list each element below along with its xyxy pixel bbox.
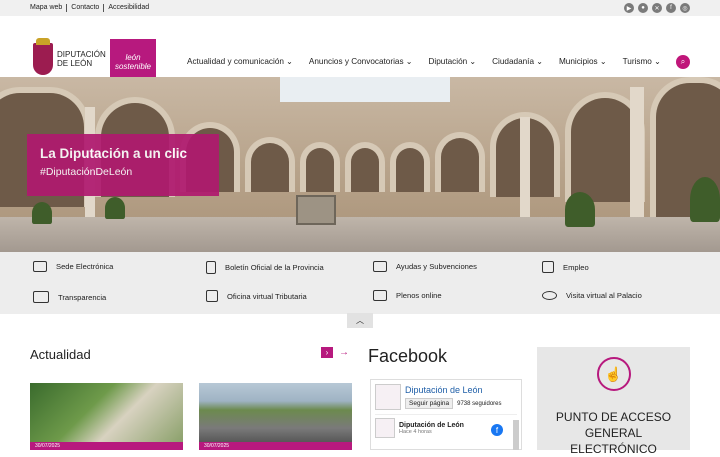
hero-plant — [105, 197, 125, 219]
logo2-text-1: león — [125, 53, 141, 62]
facebook-page-name[interactable]: Diputación de León — [405, 385, 502, 395]
nav-anuncios[interactable]: Anuncios y Convocatorias — [309, 57, 413, 66]
logo2-text-2: sostenible — [114, 62, 152, 71]
youtube-icon[interactable]: ▶ — [624, 3, 634, 13]
facebook-title: Facebook — [368, 346, 448, 366]
facebook-icon: f — [491, 424, 503, 436]
diputacion-logo[interactable]: DIPUTACIÓN DE LEÓN — [33, 38, 106, 75]
search-icon[interactable]: ⌕ — [676, 55, 690, 69]
facebook-icon[interactable]: f — [666, 3, 676, 13]
hero-arch — [435, 132, 485, 192]
hero-arch — [245, 137, 295, 192]
facebook-page-logo — [375, 384, 401, 410]
hero-floor — [0, 217, 720, 252]
facebook-widget[interactable]: Diputación de León Seguir página 9738 se… — [370, 379, 522, 450]
quick-link-label: Boletín Oficial de la Provincia — [225, 263, 324, 272]
social-icons: ▶ ● ✕ f ◎ — [624, 3, 690, 13]
hero-arch — [345, 142, 385, 192]
quick-link-ayudas[interactable]: Ayudas y Subvenciones — [373, 261, 477, 272]
quick-link-label: Ayudas y Subvenciones — [396, 262, 477, 271]
hero-arch — [390, 142, 430, 192]
arrow-right-icon[interactable]: → — [339, 347, 349, 358]
hero-plant — [32, 202, 52, 224]
quick-link-label: Empleo — [563, 262, 589, 272]
main-nav: Actualidad y comunicación Anuncios y Con… — [187, 57, 661, 66]
post-time: Hace 4 horas — [399, 428, 432, 435]
hand-pointer-icon — [33, 261, 47, 272]
hand-coins-icon — [373, 261, 387, 272]
access-card-line2: GENERAL — [584, 426, 643, 440]
hero-well — [296, 195, 336, 225]
news-card[interactable]: 30/07/2025 — [30, 383, 183, 450]
eye-icon — [542, 291, 557, 300]
video-icon — [373, 290, 387, 301]
hero-hashtag: #DiputaciónDeLeón — [40, 166, 133, 178]
badge-icon — [542, 261, 554, 273]
quick-link-label: Visita virtual al Palacio — [566, 291, 642, 300]
flickr-icon[interactable]: ● — [638, 3, 648, 13]
touch-icon: ☝ — [596, 357, 631, 391]
facebook-scrollbar[interactable] — [513, 420, 519, 450]
hero-plant — [565, 192, 595, 227]
hero-caption[interactable]: La Diputación a un clic #DiputaciónDeLeó… — [27, 134, 219, 196]
hero-title: La Diputación a un clic — [40, 146, 188, 161]
quick-link-sede[interactable]: Sede Electrónica — [33, 261, 113, 272]
news-image — [30, 383, 183, 443]
document-icon — [206, 261, 216, 274]
nav-turismo[interactable]: Turismo — [623, 57, 661, 66]
windows-icon — [33, 291, 49, 303]
logo-text-1: DIPUTACIÓN — [57, 50, 106, 59]
site-header: DIPUTACIÓN DE LEÓN león sostenible Actua… — [0, 16, 720, 85]
nav-diputacion[interactable]: Diputación — [429, 57, 477, 66]
quick-link-oficina-tributaria[interactable]: Oficina virtual Tributaria — [206, 290, 307, 302]
quick-link-boletin[interactable]: Boletín Oficial de la Provincia — [206, 261, 324, 274]
x-icon[interactable]: ✕ — [652, 3, 662, 13]
post-page-name[interactable]: Diputación de León — [399, 422, 464, 429]
logo-text-2: DE LEÓN — [57, 59, 93, 68]
top-bar: Mapa web Contacto Accesibilidad ▶ ● ✕ f … — [0, 0, 720, 16]
quick-links: Sede Electrónica Boletín Oficial de la P… — [0, 252, 720, 314]
news-image — [199, 383, 352, 443]
hero-sky — [280, 77, 450, 102]
collapse-toggle-button[interactable]: ︿ — [347, 313, 373, 328]
news-nav: › → — [321, 347, 349, 358]
quick-link-label: Oficina virtual Tributaria — [227, 291, 307, 301]
nav-municipios[interactable]: Municipios — [559, 57, 607, 66]
hero-arch — [300, 142, 340, 192]
news-date: 30/07/2025 — [199, 442, 352, 450]
quick-link-label: Sede Electrónica — [56, 262, 114, 271]
quick-link-empleo[interactable]: Empleo — [542, 261, 589, 273]
access-card-line1: PUNTO DE ACCESO — [555, 410, 672, 424]
nav-actualidad[interactable]: Actualidad y comunicación — [187, 57, 293, 66]
coat-of-arms-icon — [33, 38, 53, 75]
actualidad-title: Actualidad — [30, 347, 91, 362]
followers-count: 9738 seguidores — [457, 400, 502, 407]
link-contacto[interactable]: Contacto — [67, 4, 105, 12]
quick-link-label: Plenos online — [396, 291, 442, 300]
access-card-line3: ELECTRÓNICO — [570, 442, 657, 456]
calculator-icon — [206, 290, 218, 302]
post-avatar — [375, 418, 395, 438]
nav-ciudadania[interactable]: Ciudadanía — [492, 57, 543, 66]
hero-plant — [690, 177, 720, 222]
quick-link-label: Transparencia — [58, 292, 107, 302]
link-accesibilidad[interactable]: Accesibilidad — [104, 4, 153, 12]
access-point-card[interactable]: ☝ PUNTO DE ACCESO GENERAL ELECTRÓNICO — [537, 347, 690, 456]
top-links: Mapa web Contacto Accesibilidad — [30, 4, 153, 12]
chevron-up-icon: ︿ — [356, 316, 364, 325]
quick-link-plenos[interactable]: Plenos online — [373, 290, 442, 301]
news-card[interactable]: 30/07/2025 — [199, 383, 352, 450]
link-mapa-web[interactable]: Mapa web — [30, 4, 68, 12]
follow-page-button[interactable]: Seguir página — [405, 398, 454, 409]
instagram-icon[interactable]: ◎ — [680, 3, 690, 13]
quick-link-visita-virtual[interactable]: Visita virtual al Palacio — [542, 291, 642, 300]
news-date: 30/07/2025 — [30, 442, 183, 450]
chevron-right-icon[interactable]: › — [321, 347, 333, 358]
quick-link-transparencia[interactable]: Transparencia — [33, 291, 106, 303]
